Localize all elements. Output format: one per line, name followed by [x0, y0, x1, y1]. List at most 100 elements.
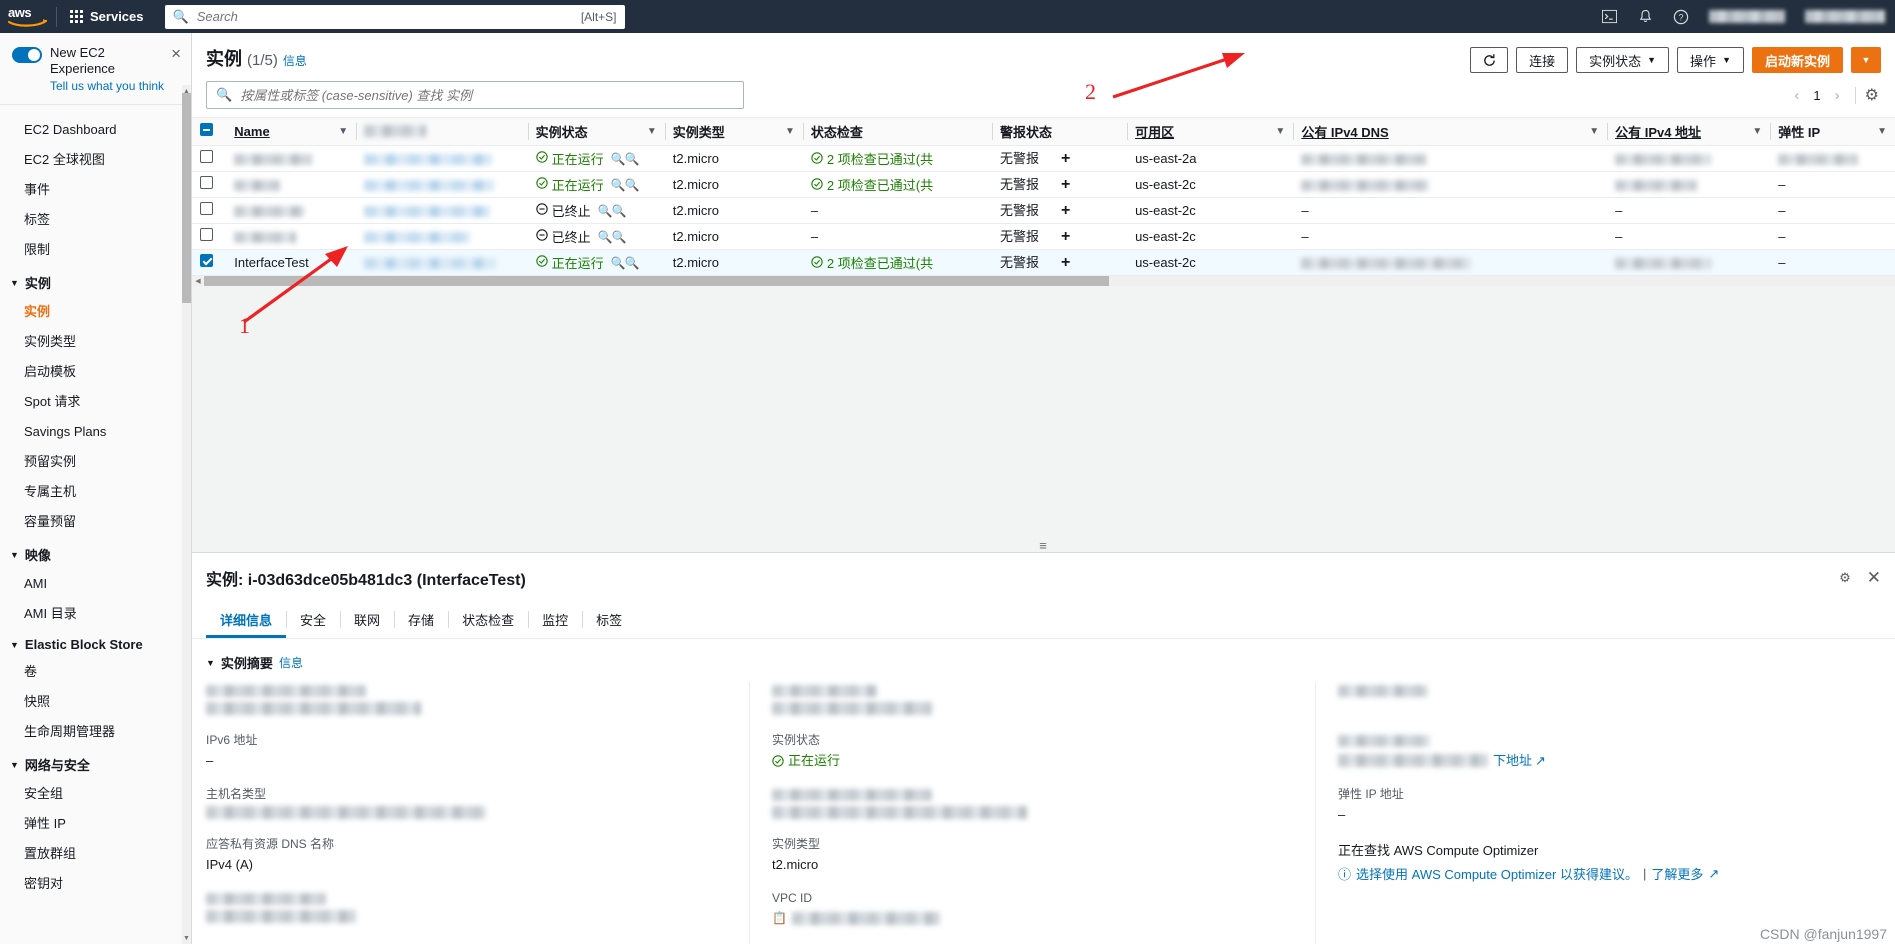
column-header-6[interactable]: 可用区 ▼ [1127, 118, 1294, 146]
instance-filter-input[interactable] [240, 87, 734, 103]
table-row[interactable]: 正在运行 🔍🔍 t2.micro 2 项检查已通过(共 无警报 + us-east-2c – [192, 171, 1895, 198]
region-selector-redacted[interactable] [1805, 10, 1885, 23]
connect-button[interactable]: 连接 [1516, 47, 1569, 73]
refresh-button[interactable] [1470, 47, 1509, 73]
sidebar-group-21[interactable]: ▼ 网络与安全 [0, 747, 191, 779]
add-alarm-icon[interactable]: + [1061, 176, 1070, 193]
row-select-cell[interactable] [192, 145, 227, 172]
table-row[interactable]: 已终止 🔍🔍 t2.micro – 无警报 + us-east-2c – – – [192, 197, 1895, 224]
sidebar-item-20[interactable]: 生命周期管理器 [0, 717, 191, 747]
panel-resize-handle[interactable]: ≡ [192, 538, 1895, 553]
sidebar-item-4[interactable]: 限制 [0, 235, 191, 265]
new-experience-feedback-link[interactable]: Tell us what you think [50, 79, 167, 94]
global-search-input[interactable] [196, 9, 581, 24]
column-header-8[interactable]: 公有 IPv4 地址 ▼ [1607, 118, 1771, 146]
column-header-7[interactable]: 公有 IPv4 DNS ▼ [1293, 118, 1608, 146]
column-header-4[interactable]: 状态检查 [802, 118, 993, 146]
row-select-cell[interactable] [192, 249, 227, 276]
sidebar-item-12[interactable]: 专属主机 [0, 477, 191, 507]
new-experience-toggle[interactable] [12, 47, 42, 63]
sort-caret-icon[interactable]: ▼ [1275, 126, 1285, 137]
sort-caret-icon[interactable]: ▼ [1752, 126, 1762, 137]
instance-state-button[interactable]: 实例状态 ▼ [1576, 47, 1670, 73]
column-header-3[interactable]: 实例类型 ▼ [664, 118, 803, 146]
sidebar-item-16[interactable]: AMI 目录 [0, 599, 191, 629]
add-alarm-icon[interactable]: + [1061, 228, 1070, 245]
tab-2[interactable]: 联网 [340, 601, 394, 638]
tab-3[interactable]: 存储 [394, 601, 448, 638]
optimizer-recommend-link[interactable]: 选择使用 AWS Compute Optimizer 以获得建议。 [1356, 864, 1638, 883]
chevron-down-icon[interactable]: ▼ [206, 658, 215, 668]
launch-instance-dropdown-button[interactable]: ▼ [1851, 47, 1881, 73]
column-header-1[interactable] [356, 118, 528, 146]
row-checkbox[interactable] [200, 254, 213, 267]
column-header-2[interactable]: 实例状态 ▼ [527, 118, 665, 146]
scroll-left-icon[interactable]: ◀ [192, 276, 204, 286]
sidebar-item-11[interactable]: 预留实例 [0, 447, 191, 477]
sidebar-item-3[interactable]: 标签 [0, 205, 191, 235]
zoom-in-out-icons[interactable]: 🔍🔍 [611, 256, 640, 270]
column-header-0[interactable]: Name ▼ [226, 118, 357, 146]
gear-icon[interactable]: ⚙ [1839, 570, 1851, 586]
row-checkbox[interactable] [200, 150, 213, 163]
sidebar-scrollbar-thumb[interactable] [182, 93, 191, 303]
row-checkbox[interactable] [200, 202, 213, 215]
sidebar-item-15[interactable]: AMI [0, 569, 191, 599]
select-all-header[interactable] [192, 118, 227, 146]
sidebar-item-2[interactable]: 事件 [0, 175, 191, 205]
global-search-box[interactable]: 🔍 [Alt+S] [164, 4, 625, 29]
sidebar-item-18[interactable]: 卷 [0, 657, 191, 687]
sidebar-item-7[interactable]: 实例类型 [0, 327, 191, 357]
column-header-9[interactable]: 弹性 IP ▼ [1770, 118, 1895, 146]
sidebar-item-24[interactable]: 置放群组 [0, 839, 191, 869]
sidebar-item-13[interactable]: 容量预留 [0, 507, 191, 537]
tab-6[interactable]: 标签 [582, 601, 636, 638]
cloudshell-icon[interactable] [1591, 0, 1627, 33]
add-alarm-icon[interactable]: + [1061, 150, 1070, 167]
tab-5[interactable]: 监控 [528, 601, 582, 638]
sidebar-item-19[interactable]: 快照 [0, 687, 191, 717]
services-menu-button[interactable]: Services [57, 0, 157, 33]
zoom-in-out-icons[interactable]: 🔍🔍 [598, 204, 627, 218]
copy-icon[interactable]: 📋 [772, 910, 787, 927]
zoom-in-out-icons[interactable]: 🔍🔍 [611, 152, 640, 166]
row-select-cell[interactable] [192, 171, 227, 198]
sidebar-item-9[interactable]: Spot 请求 [0, 387, 191, 417]
sidebar-item-8[interactable]: 启动模板 [0, 357, 191, 387]
sort-caret-icon[interactable]: ▼ [647, 126, 657, 137]
table-row[interactable]: 正在运行 🔍🔍 t2.micro 2 项检查已通过(共 无警报 + us-east-2a [192, 145, 1895, 172]
row-checkbox[interactable] [200, 176, 213, 189]
launch-instance-button[interactable]: 启动新实例 [1751, 47, 1843, 73]
summary-info-link[interactable]: 信息 [279, 654, 303, 671]
sort-caret-icon[interactable]: ▼ [1877, 126, 1887, 137]
sidebar-item-10[interactable]: Savings Plans [0, 417, 191, 447]
row-select-cell[interactable] [192, 197, 227, 224]
sidebar-item-25[interactable]: 密钥对 [0, 869, 191, 899]
sort-caret-icon[interactable]: ▼ [785, 126, 795, 137]
select-all-checkbox[interactable] [200, 123, 213, 137]
sidebar-group-17[interactable]: ▼ Elastic Block Store [0, 629, 191, 657]
instance-filter-box[interactable]: 🔍 [206, 81, 744, 109]
next-page-icon[interactable]: › [1829, 87, 1846, 104]
table-settings-gear-icon[interactable]: ⚙ [1865, 85, 1881, 105]
sort-caret-icon[interactable]: ▼ [1589, 126, 1599, 137]
sidebar-group-14[interactable]: ▼ 映像 [0, 537, 191, 569]
tab-4[interactable]: 状态检查 [448, 601, 528, 638]
sidebar-group-5[interactable]: ▼ 实例 [0, 265, 191, 297]
scroll-down-icon[interactable]: ▼ [182, 932, 191, 944]
add-alarm-icon[interactable]: + [1061, 202, 1070, 219]
horizontal-scrollbar-thumb[interactable] [204, 275, 1109, 286]
aws-logo[interactable]: aws [0, 6, 56, 28]
row-select-cell[interactable] [192, 223, 227, 250]
add-alarm-icon[interactable]: + [1061, 254, 1070, 271]
external-link[interactable]: 下地址 ↗ [1493, 752, 1546, 769]
actions-button[interactable]: 操作 ▼ [1677, 47, 1744, 73]
sidebar-item-1[interactable]: EC2 全球视图 [0, 145, 191, 175]
sidebar-item-22[interactable]: 安全组 [0, 779, 191, 809]
zoom-in-out-icons[interactable]: 🔍🔍 [598, 230, 627, 244]
table-row[interactable]: 已终止 🔍🔍 t2.micro – 无警报 + us-east-2c – – – [192, 223, 1895, 250]
close-icon[interactable]: ✕ [1867, 568, 1881, 588]
learn-more-link[interactable]: 了解更多 [1651, 864, 1703, 883]
page-number[interactable]: 1 [1809, 88, 1824, 103]
sort-caret-icon[interactable]: ▼ [338, 126, 348, 137]
